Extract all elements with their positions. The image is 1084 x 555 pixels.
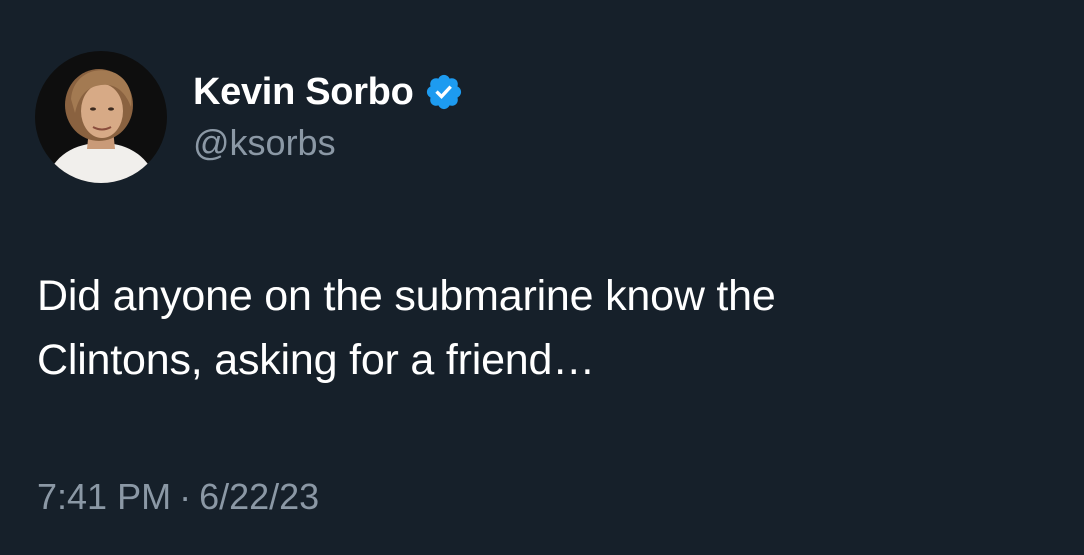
tweet-text-line: Clintons, asking for a friend… [37,336,596,384]
author-avatar[interactable] [35,51,167,183]
author-display-name[interactable]: Kevin Sorbo [193,71,414,114]
tweet-date[interactable]: 6/22/23 [199,476,319,517]
meta-separator: · [179,476,192,517]
verified-badge-icon[interactable] [424,72,464,112]
author-handle[interactable]: @ksorbs [193,122,336,164]
tweet-text: Did anyone on the submarine know the Cli… [37,264,1047,392]
tweet-card: Kevin Sorbo @ksorbs Did anyone on the su… [0,0,1084,555]
tweet-timestamp: 7:41 PM · 6/22/23 [37,476,319,518]
author-name-row: Kevin Sorbo [193,68,464,116]
tweet-time[interactable]: 7:41 PM [37,476,171,517]
avatar-photo-icon [35,51,167,183]
tweet-text-line: Did anyone on the submarine know the [37,272,776,320]
